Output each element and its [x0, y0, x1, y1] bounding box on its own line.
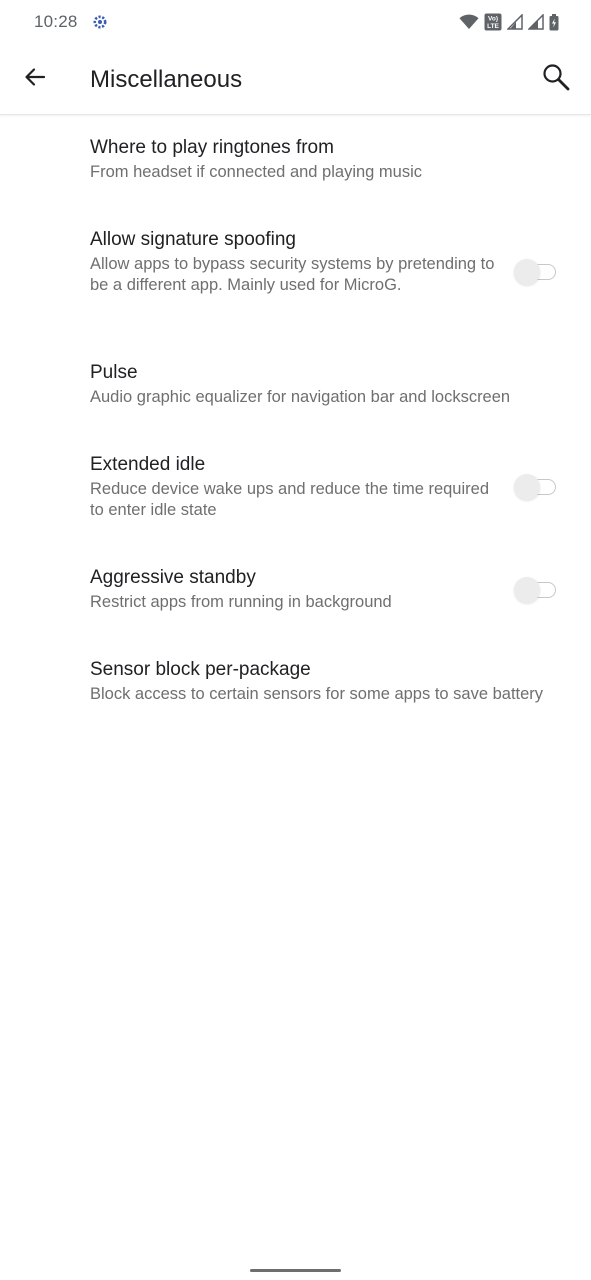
pref-ringtone-source[interactable]: Where to play ringtones from From headse… — [0, 136, 591, 208]
toggle-thumb — [514, 259, 540, 285]
toggle-thumb — [514, 577, 540, 603]
arrow-back-icon — [23, 65, 47, 94]
wifi-icon — [459, 14, 479, 30]
gesture-nav-handle[interactable] — [250, 1269, 341, 1272]
signature-spoofing-toggle[interactable] — [514, 259, 558, 285]
pref-signature-spoofing[interactable]: Allow signature spoofing Allow apps to b… — [0, 228, 591, 324]
search-icon — [541, 62, 571, 97]
pref-title: Pulse — [90, 362, 138, 383]
pref-sensor-block[interactable]: Sensor block per-package Block access to… — [0, 658, 591, 738]
toggle-thumb — [514, 474, 540, 500]
pref-extended-idle[interactable]: Extended idle Reduce device wake ups and… — [0, 453, 591, 533]
pref-title: Sensor block per-package — [90, 659, 311, 680]
pref-summary: Allow apps to bypass security systems by… — [90, 255, 495, 294]
search-button[interactable] — [535, 58, 577, 100]
page-title: Miscellaneous — [90, 66, 243, 93]
back-button[interactable] — [14, 58, 56, 100]
app-bar: Miscellaneous — [0, 44, 591, 115]
volte-label-top: Vo) — [488, 16, 498, 23]
pref-aggressive-standby[interactable]: Aggressive standby Restrict apps from ru… — [0, 566, 591, 638]
settings-notification-icon — [92, 14, 108, 30]
volte-label-bottom: LTE — [487, 23, 499, 30]
pref-summary: From headset if connected and playing mu… — [90, 163, 423, 181]
pref-summary: Audio graphic equalizer for navigation b… — [90, 388, 511, 406]
pref-title: Aggressive standby — [90, 567, 256, 588]
pref-title: Extended idle — [90, 454, 206, 475]
pref-title: Where to play ringtones from — [90, 137, 334, 158]
status-time: 10:28 — [34, 12, 78, 31]
aggressive-standby-toggle[interactable] — [514, 577, 558, 603]
pref-summary: Block access to certain sensors for some… — [90, 685, 544, 703]
battery-icon — [549, 13, 559, 31]
pref-summary: Restrict apps from running in background — [90, 593, 392, 611]
pref-title: Allow signature spoofing — [90, 229, 296, 250]
pref-pulse[interactable]: Pulse Audio graphic equalizer for naviga… — [0, 361, 591, 433]
pref-summary: Reduce device wake ups and reduce the ti… — [90, 480, 489, 519]
volte-icon: Vo) LTE — [484, 13, 502, 31]
status-bar: 10:28 Vo) LTE — [0, 0, 591, 44]
signal-icon-sim1 — [507, 14, 523, 30]
signal-icon-sim2 — [528, 14, 544, 30]
extended-idle-toggle[interactable] — [514, 474, 558, 500]
status-icons: Vo) LTE — [459, 12, 559, 32]
